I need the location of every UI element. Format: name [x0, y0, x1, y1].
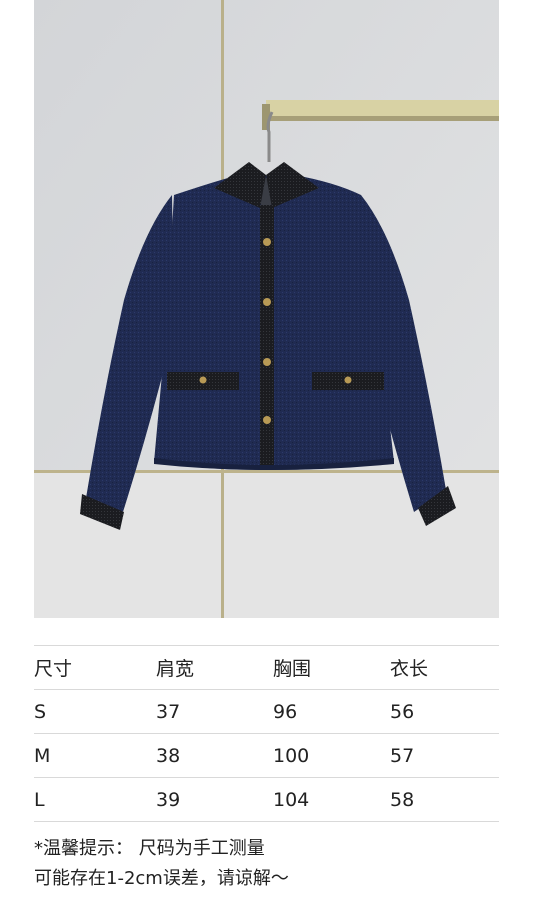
jacket-illustration: [34, 0, 499, 618]
table-cell: 100: [273, 733, 390, 778]
table-cell: 37: [156, 689, 273, 734]
header-size: 尺寸: [34, 645, 156, 690]
table-cell: M: [34, 733, 156, 778]
table-row: S 37 96 56: [34, 689, 499, 734]
header-length: 衣长: [390, 645, 499, 690]
size-table: 尺寸 肩宽 胸围 衣长 S 37 96 56 M 38 100 57 L 39 …: [34, 645, 499, 822]
table-cell: 104: [273, 777, 390, 822]
measurement-note: *温馨提示： 尺码为手工测量 可能存在1-2cm误差，请谅解～: [34, 834, 514, 894]
table-cell: 57: [390, 733, 499, 778]
table-cell: 96: [273, 689, 390, 734]
table-cell: 56: [390, 689, 499, 734]
table-cell: 38: [156, 733, 273, 778]
table-row: M 38 100 57: [34, 733, 499, 778]
header-chest: 胸围: [273, 645, 390, 690]
table-cell: 39: [156, 777, 273, 822]
header-shoulder: 肩宽: [156, 645, 273, 690]
table-cell: L: [34, 777, 156, 822]
table-header-row: 尺寸 肩宽 胸围 衣长: [34, 645, 499, 690]
table-row: L 39 104 58: [34, 777, 499, 822]
product-photo: [34, 0, 499, 618]
note-line-2: 可能存在1-2cm误差，请谅解～: [34, 868, 289, 889]
note-line-1: *温馨提示： 尺码为手工测量: [34, 838, 265, 859]
table-cell: 58: [390, 777, 499, 822]
table-cell: S: [34, 689, 156, 734]
